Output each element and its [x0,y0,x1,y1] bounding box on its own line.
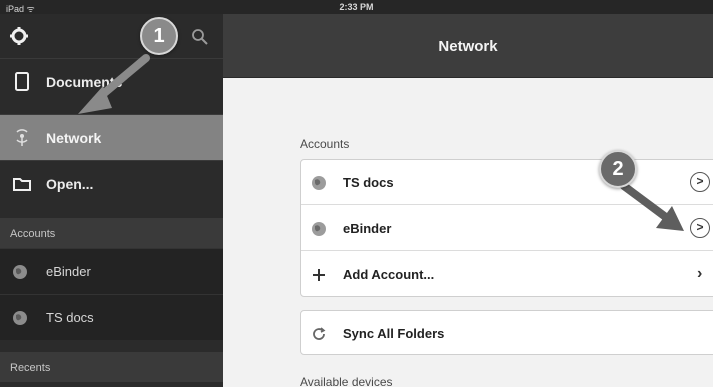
sidebar-item-documents[interactable]: Documents [0,58,223,104]
account-row-ebinder[interactable]: eBinder > [301,206,713,251]
network-icon [16,129,28,146]
section-header-label: Accounts [10,228,56,240]
account-label: TS docs [343,175,394,190]
sidebar-account-label: eBinder [46,264,91,279]
add-account-label: Add Account... [343,267,435,282]
sync-all-folders-row[interactable]: Sync All Folders [301,311,713,354]
detail-disclosure-button[interactable]: > [690,172,710,192]
sync-group: Sync All Folders [300,310,713,355]
globe-icon [312,222,326,236]
status-bar: iPad ᯤ 2:33 PM [0,0,713,14]
search-icon[interactable] [190,27,210,47]
sidebar-account-ts-docs[interactable]: TS docs [0,294,223,340]
globe-icon [13,311,27,325]
chevron-right-icon: › [697,265,703,282]
plus-icon [313,269,325,281]
sidebar-account-ebinder[interactable]: eBinder [0,248,223,294]
sidebar-item-label: Open... [46,176,94,192]
sync-icon [313,327,326,340]
accounts-group: TS docs > eBinder > Add Account... › [300,159,713,297]
sidebar-item-label: Documents [46,74,123,90]
sync-label: Sync All Folders [343,326,445,341]
sidebar-toolbar [0,14,223,58]
add-account-row[interactable]: Add Account... › [301,252,713,296]
globe-icon [13,265,27,279]
navigation-bar: Network [223,14,713,78]
callout-badge-2: 2 [599,150,637,188]
document-icon [15,72,29,91]
recents-section-header: Recents [0,352,223,382]
globe-icon [312,176,326,190]
gear-icon[interactable] [9,26,29,46]
accounts-section-header: Accounts [0,218,223,248]
detail-disclosure-button[interactable]: > [690,218,710,238]
sidebar-item-label: Network [46,130,102,146]
available-devices-label: Available devices [300,375,393,387]
callout-badge-1: 1 [140,17,178,55]
section-header-label: Recents [10,362,51,374]
account-row-ts-docs[interactable]: TS docs > [301,160,713,205]
sidebar-item-network[interactable]: Network [0,114,223,160]
accounts-section-label: Accounts [300,137,350,151]
status-time: 2:33 PM [339,2,374,12]
sidebar-item-open[interactable]: Open... [0,160,223,206]
sidebar: Documents Network Open... Accounts eBind… [0,14,223,387]
page-title: Network [438,38,498,55]
sidebar-account-label: TS docs [46,310,94,325]
folder-icon [13,178,31,191]
network-content: Accounts TS docs > eBinder > Add Account… [223,78,713,387]
account-label: eBinder [343,221,392,236]
